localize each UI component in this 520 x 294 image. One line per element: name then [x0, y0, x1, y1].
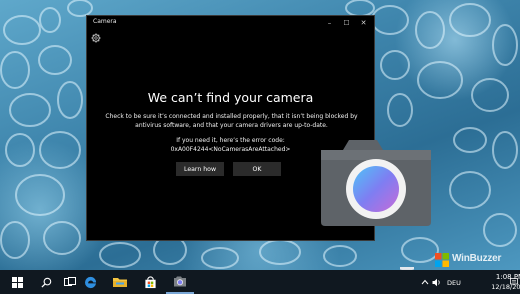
- error-message: Check to be sure it’s connected and inst…: [105, 113, 358, 129]
- task-view-button[interactable]: [59, 270, 81, 294]
- search-button[interactable]: [35, 270, 57, 294]
- edge-button[interactable]: [79, 270, 101, 294]
- camera-icon: [174, 276, 186, 286]
- close-button[interactable]: ✕: [355, 16, 372, 30]
- winbuzzer-watermark: WinBuzzer: [430, 251, 520, 269]
- file-explorer-icon: [113, 278, 127, 287]
- chevron-up-icon: [421, 279, 429, 285]
- action-center-button[interactable]: [510, 270, 518, 294]
- taskbar-clock[interactable]: 1:08 PM 12/18/2015: [468, 270, 520, 294]
- window-titlebar[interactable]: Camera – ☐ ✕: [87, 16, 374, 30]
- watermark-text: WinBuzzer: [452, 253, 502, 264]
- camera-app-logo-icon: [321, 140, 431, 226]
- settings-gear-icon[interactable]: [91, 33, 101, 43]
- windows-logo-icon: [11, 276, 23, 288]
- taskbar: DEU 1:08 PM 12/18/2015: [0, 270, 520, 294]
- window-controls: – ☐ ✕: [321, 16, 372, 30]
- search-icon: [40, 277, 51, 288]
- taskbar-camera-app[interactable]: [166, 270, 194, 294]
- start-button[interactable]: [6, 270, 28, 294]
- notification-icon: [510, 278, 518, 285]
- learn-how-button[interactable]: Learn how: [176, 162, 224, 176]
- error-title: We can’t find your camera: [147, 90, 314, 105]
- maximize-button[interactable]: ☐: [338, 16, 355, 30]
- input-language[interactable]: DEU: [447, 279, 461, 287]
- task-view-icon: [64, 277, 76, 286]
- file-explorer-button[interactable]: [109, 270, 131, 294]
- window-title: Camera: [93, 18, 117, 25]
- ok-button[interactable]: OK: [233, 162, 281, 176]
- store-icon: [144, 275, 156, 288]
- tray-overflow-button[interactable]: [419, 270, 431, 294]
- winbuzzer-logo-icon: [435, 253, 449, 267]
- store-button[interactable]: [139, 270, 161, 294]
- edge-icon: [84, 276, 96, 288]
- volume-button[interactable]: [431, 270, 443, 294]
- minimize-button[interactable]: –: [321, 16, 338, 30]
- volume-icon: [432, 278, 440, 286]
